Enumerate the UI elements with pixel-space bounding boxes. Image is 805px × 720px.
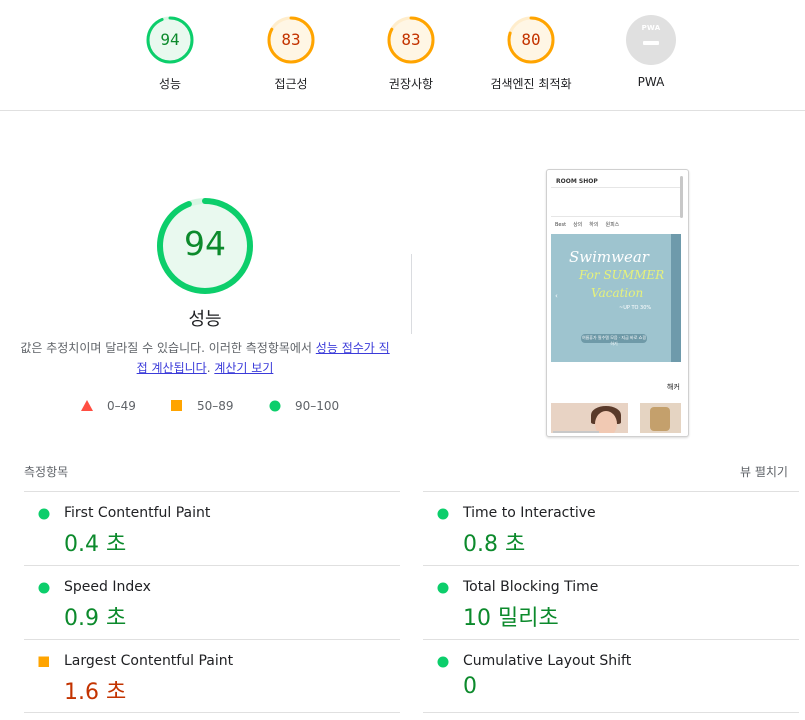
pass-circle-icon (437, 656, 449, 668)
banner-side-strip (671, 234, 681, 362)
gauge-label: 접근성 (274, 77, 308, 91)
circle-icon (269, 400, 281, 412)
metric-value: 0.9 초 (64, 606, 127, 631)
site-nav-item: 상의 (573, 222, 583, 228)
pwa-badge-icon: PWA (626, 15, 676, 65)
banner-prev-icon: ‹ (555, 292, 558, 300)
gauge-accessibility[interactable]: 83 접근성 (236, 15, 346, 92)
gauge-ring: 94 (145, 15, 195, 65)
section-text: 해커 (667, 383, 680, 391)
screenshot-hscrollbar (553, 431, 599, 433)
metric-cls: Cumulative Layout Shift 0 (423, 640, 803, 712)
average-square-icon (38, 656, 49, 667)
gauge-score: 94 (160, 30, 180, 49)
banner-line: Vacation (591, 286, 644, 300)
banner-button-text: 여름휴가 필수템 모음 · 지금 바로 쇼핑하기 (581, 335, 647, 346)
gauge-pwa[interactable]: PWA PWA (596, 15, 706, 89)
metric-title: Total Blocking Time (463, 579, 599, 595)
banner-line: For SUMMER (579, 268, 665, 282)
gauge-score: 80 (521, 30, 541, 49)
pwa-dash (643, 41, 659, 45)
expand-view-toggle[interactable]: 뷰 펼치기 (740, 463, 788, 480)
promo-banner: ‹ Swimwear For SUMMER Vacation ~UP TO 30… (551, 234, 681, 362)
metrics-heading: 측정항목 (24, 465, 69, 479)
metric-tbt: Total Blocking Time 10 밀리초 (423, 566, 803, 638)
gauge-label: 검색엔진 최적화 (490, 77, 572, 91)
pass-circle-icon (437, 508, 449, 520)
metric-value: 0.4 초 (64, 532, 127, 557)
metric-title: Time to Interactive (463, 505, 596, 521)
performance-main-gauge: 94 (155, 196, 255, 296)
product-thumbnail (640, 403, 681, 433)
pass-circle-icon (437, 582, 449, 594)
pass-circle-icon (38, 508, 50, 520)
description-text: 값은 추정치이며 달라질 수 있습니다. 이러한 측정항목에서 (20, 341, 316, 355)
banner-sub: ~UP TO 30% (619, 305, 652, 311)
product-thumbnail (551, 403, 628, 433)
metric-lcp: Largest Contentful Paint 1.6 초 (24, 640, 404, 712)
gauge-ring: 83 (266, 15, 316, 65)
vertical-divider (411, 254, 412, 334)
metric-title: Speed Index (64, 579, 151, 595)
pwa-badge-text: PWA (641, 24, 661, 32)
divider (551, 187, 681, 188)
triangle-icon (81, 400, 93, 411)
banner-line: Swimwear (569, 248, 649, 266)
thumb-face (595, 411, 617, 433)
final-screenshot[interactable]: ROOM SHOP Best 상의 하의 원피스 ‹ Swimwear For SUM… (546, 169, 689, 437)
gauge-label: 권장사항 (388, 77, 434, 91)
legend-range: 0–49 (107, 399, 136, 413)
calculator-link[interactable]: 계산기 보기 (214, 361, 273, 375)
screenshot-scrollbar (680, 176, 683, 218)
thumb-object (650, 407, 670, 431)
metric-title: Cumulative Layout Shift (463, 653, 632, 669)
gauge-score: 83 (401, 30, 421, 49)
score-description: 값은 추정치이며 달라질 수 있습니다. 이러한 측정항목에서 성능 점수가 직… (20, 338, 390, 378)
gauge-seo[interactable]: 80 검색엔진 최적화 (476, 15, 586, 92)
gauge-performance[interactable]: 94 성능 (115, 15, 225, 92)
metric-value: 10 밀리초 (463, 606, 559, 631)
square-icon (171, 400, 182, 411)
gauge-label: PWA (637, 75, 665, 89)
legend-range: 50–89 (197, 399, 234, 413)
metric-tti: Time to Interactive 0.8 초 (423, 492, 803, 564)
gauge-label: 성능 (158, 77, 182, 91)
main-gauge-score: 94 (184, 224, 226, 263)
divider (551, 216, 681, 217)
metric-fcp: First Contentful Paint 0.4 초 (24, 492, 404, 564)
metric-speed-index: Speed Index 0.9 초 (24, 566, 404, 638)
divider (423, 712, 799, 713)
metric-title: Largest Contentful Paint (64, 653, 234, 669)
gauge-best-practices[interactable]: 83 권장사항 (356, 15, 466, 92)
divider (24, 712, 400, 713)
category-gauges-bar: 94 성능 83 접근성 83 권장사항 80 검색엔진 최적화 PWA PWA (0, 0, 805, 111)
site-nav-item: 원피스 (605, 222, 620, 228)
metric-title: First Contentful Paint (64, 505, 211, 521)
gauge-ring: PWA (626, 15, 676, 65)
site-nav-item: Best (555, 222, 567, 228)
banner-button: 여름휴가 필수템 모음 · 지금 바로 쇼핑하기 (581, 334, 647, 346)
site-nav: Best 상의 하의 원피스 (555, 221, 626, 228)
metric-value: 1.6 초 (64, 680, 127, 705)
main-gauge-title: 성능 (188, 309, 222, 330)
metric-value: 0 (463, 674, 477, 699)
legend-range: 90–100 (295, 399, 340, 413)
gauge-ring: 80 (506, 15, 556, 65)
gauge-score: 83 (281, 30, 301, 49)
gauge-ring: 83 (386, 15, 436, 65)
pass-circle-icon (38, 582, 50, 594)
metric-value: 0.8 초 (463, 532, 526, 557)
site-nav-item: 하의 (589, 222, 599, 228)
site-logo: ROOM SHOP (556, 178, 598, 185)
